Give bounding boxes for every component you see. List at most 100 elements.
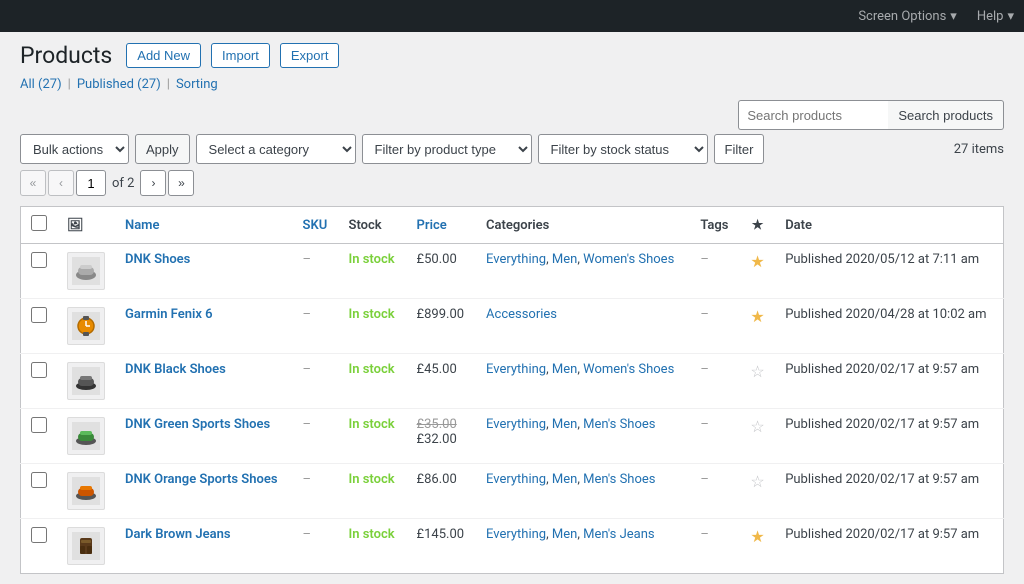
product-image [67,472,105,510]
sku-header[interactable]: SKU [293,207,339,244]
published-link[interactable]: Published (27) [77,77,161,92]
select-all-checkbox[interactable] [31,215,47,231]
bulk-actions-select[interactable]: Bulk actions [20,134,129,164]
row-checkbox[interactable] [31,362,47,378]
price-header[interactable]: Price [407,207,476,244]
product-name-link[interactable]: Dark Brown Jeans [125,527,231,542]
row-checkbox[interactable] [31,417,47,433]
current-page-input[interactable] [76,170,106,196]
category-select[interactable]: Select a category [196,134,356,164]
category-link[interactable]: Everything [486,417,546,432]
row-checkbox[interactable] [31,527,47,543]
price-value: £45.00 [417,362,457,377]
star-button[interactable]: ★ [750,527,764,546]
category-link[interactable]: Men [552,527,577,542]
category-link[interactable]: Men [552,472,577,487]
select-all-header [21,207,58,244]
category-link[interactable]: Everything [486,252,546,267]
stock-header: Stock [339,207,407,244]
sku-value: – [303,527,312,542]
screen-options-button[interactable]: Screen Options ▾ [858,9,957,24]
page-header: Products Add New Import Export [20,42,1004,69]
stock-status-select[interactable]: Filter by stock status [538,134,708,164]
category-link[interactable]: Everything [486,362,546,377]
category-link[interactable]: Accessories [486,307,557,322]
product-name-link[interactable]: DNK Green Sports Shoes [125,417,270,432]
table-row: DNK Shoes–In stock£50.00Everything, Men,… [21,244,1004,299]
table-row: Dark Brown Jeans–In stock£145.00Everythi… [21,519,1004,574]
product-name-link[interactable]: DNK Black Shoes [125,362,226,377]
sku-value: – [303,307,312,322]
tags-value: – [700,527,709,542]
product-image [67,307,105,345]
pagination: « ‹ of 2 › » [20,170,194,196]
tags-value: – [700,417,709,432]
product-image [67,362,105,400]
sorting-link[interactable]: Sorting [176,77,218,92]
price-sale: £32.00 [417,432,466,447]
import-button[interactable]: Import [211,43,270,68]
add-new-button[interactable]: Add New [126,43,201,68]
row-checkbox[interactable] [31,252,47,268]
sublinks: All (27) | Published (27) | Sorting [20,77,1004,92]
date-value: Published 2020/05/12 at 7:11 am [785,252,979,267]
row-checkbox[interactable] [31,472,47,488]
sku-value: – [303,252,312,267]
sku-value: – [303,362,312,377]
category-link[interactable]: Men's Shoes [583,417,655,432]
prev-page-button[interactable]: ‹ [48,170,74,196]
category-link[interactable]: Men [552,252,577,267]
export-button[interactable]: Export [280,43,340,68]
stock-status: In stock [349,417,395,432]
next-page-button[interactable]: › [140,170,166,196]
product-name-link[interactable]: DNK Orange Sports Shoes [125,472,278,487]
page-title: Products [20,42,112,69]
date-header: Date [775,207,1003,244]
product-type-select[interactable]: Filter by product type [362,134,532,164]
image-icon: 🖼 [67,218,84,233]
category-link[interactable]: Men's Shoes [583,472,655,487]
stock-status: In stock [349,252,395,267]
star-button[interactable]: ☆ [750,417,764,436]
category-link[interactable]: Men [552,417,577,432]
help-label: Help [977,9,1004,24]
tags-header: Tags [690,207,740,244]
row-checkbox[interactable] [31,307,47,323]
date-value: Published 2020/02/17 at 9:57 am [785,362,979,377]
img-header: 🖼 [57,207,115,244]
all-link[interactable]: All (27) [20,77,62,92]
price-value: £899.00 [417,307,465,322]
apply-button[interactable]: Apply [135,134,190,164]
category-link[interactable]: Everything [486,527,546,542]
table-row: DNK Orange Sports Shoes–In stock£86.00Ev… [21,464,1004,519]
price-value: £50.00 [417,252,457,267]
price-value: £86.00 [417,472,457,487]
category-link[interactable]: Women's Shoes [583,362,674,377]
category-link[interactable]: Women's Shoes [583,252,674,267]
star-button[interactable]: ☆ [750,362,764,381]
category-link[interactable]: Men's Jeans [583,527,655,542]
page-wrapper: Products Add New Import Export All (27) … [0,32,1024,584]
star-button[interactable]: ★ [750,252,764,271]
help-chevron: ▾ [1007,9,1014,24]
tags-value: – [700,307,709,322]
product-name-link[interactable]: DNK Shoes [125,252,190,267]
star-button[interactable]: ★ [750,307,764,326]
filter-button[interactable]: Filter [714,134,765,164]
screen-options-chevron: ▾ [950,9,957,24]
last-page-button[interactable]: » [168,170,194,196]
category-link[interactable]: Men [552,362,577,377]
search-input[interactable] [738,100,888,130]
name-header[interactable]: Name [115,207,293,244]
stock-status: In stock [349,307,395,322]
product-name-link[interactable]: Garmin Fenix 6 [125,307,213,322]
help-button[interactable]: Help ▾ [977,9,1014,24]
screen-options-label: Screen Options [858,9,946,24]
first-page-button[interactable]: « [20,170,46,196]
category-link[interactable]: Everything [486,472,546,487]
products-table: 🖼 Name SKU Stock Price Categories Tags ★… [20,206,1004,574]
star-button[interactable]: ☆ [750,472,764,491]
stock-status: In stock [349,362,395,377]
stock-status: In stock [349,472,395,487]
search-button[interactable]: Search products [888,100,1004,130]
